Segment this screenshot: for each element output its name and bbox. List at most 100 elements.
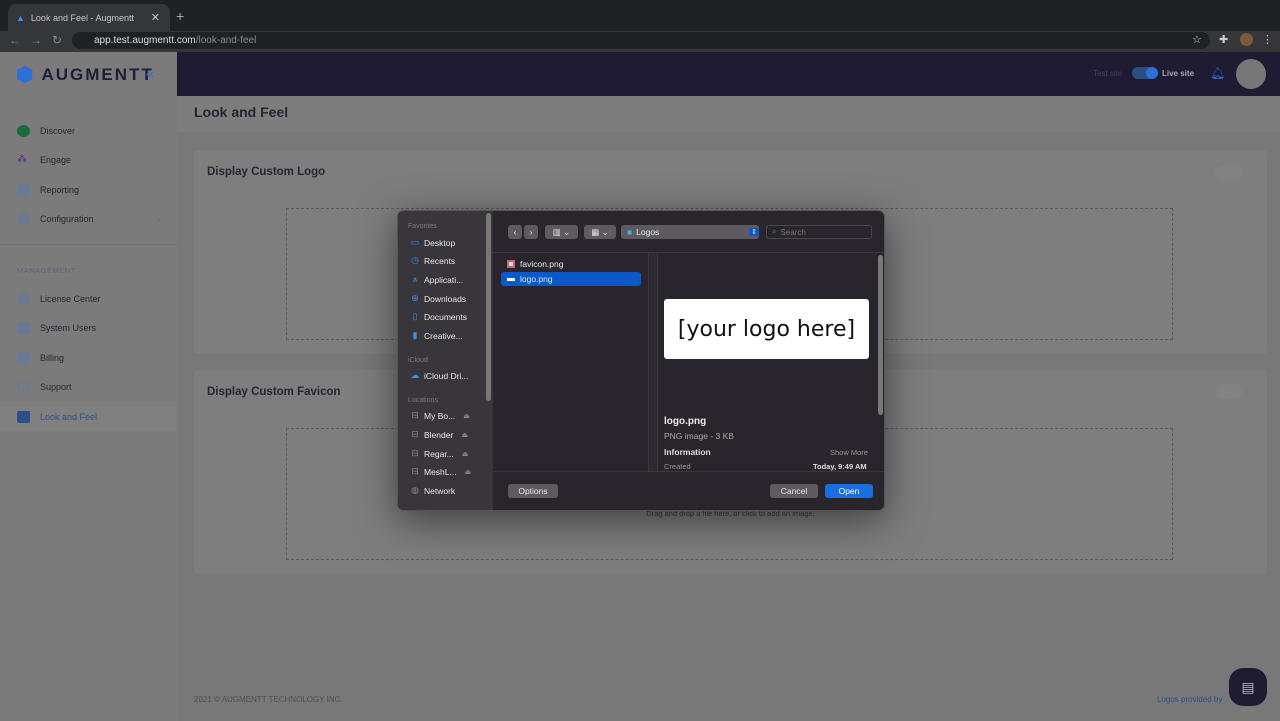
sidebar-item-label: Engage <box>40 154 72 165</box>
sidebar-location[interactable]: ⊟ MeshL... ⏏ <box>410 466 471 477</box>
sidebar-item-license-center[interactable]: License Center <box>0 284 177 313</box>
cancel-button[interactable]: Cancel <box>770 484 818 498</box>
sidebar-item-label: Configuration <box>40 213 94 224</box>
user-avatar[interactable] <box>1236 59 1266 89</box>
sidebar-location[interactable]: ⊟ Regar... ⏏ <box>410 448 468 459</box>
logos-credit-link[interactable]: Logos provided by <box>1157 695 1222 704</box>
custom-favicon-toggle[interactable] <box>1215 384 1243 398</box>
browser-tab[interactable]: ▲ Look and Feel - Augmentt ✕ <box>8 4 170 31</box>
address-bar[interactable]: app.test.augmentt.com/look-and-feel <box>72 32 1210 49</box>
preview-scrollbar[interactable] <box>878 255 883 415</box>
sidebar-location[interactable]: ⊟ My Bo... ⏏ <box>410 410 470 421</box>
new-tab-icon[interactable]: + <box>176 8 184 24</box>
sidebar-desktop[interactable]: ▭ Desktop <box>410 237 455 248</box>
item-label: iCloud Dri... <box>424 370 469 381</box>
drive-icon: ⊟ <box>411 466 419 476</box>
updown-icon: ⇕ <box>749 228 759 236</box>
gear-icon <box>17 212 30 225</box>
augmentt-logo: ⬢ AUGMENTT <box>16 62 154 87</box>
grid-icon: ▦ ⌄ <box>591 226 609 237</box>
file-open-dialog: Favorites ▭ Desktop ◷ Recents ⩚ Applicati..… <box>397 210 885 511</box>
preview-file-kind: PNG image - 3 KB <box>664 431 734 441</box>
document-icon: ▯ <box>412 311 418 321</box>
bell-icon[interactable]: 🔔︎ <box>1210 66 1225 80</box>
sidebar-item-label: Support <box>40 381 72 392</box>
reload-icon[interactable]: ↻ <box>52 33 62 47</box>
item-label: Recents <box>424 255 456 266</box>
item-label: Downloads <box>424 293 467 304</box>
chevron-right-icon: › <box>157 213 160 224</box>
grid-view-button[interactable]: ▦ ⌄ <box>584 225 616 239</box>
custom-logo-toggle[interactable] <box>1215 166 1243 180</box>
collapse-sidebar-icon[interactable]: « <box>146 65 154 81</box>
forward-icon[interactable]: → <box>30 33 42 47</box>
section-label: MANAGEMENT <box>17 266 76 275</box>
bookmark-star-icon[interactable]: ☆ <box>1192 33 1202 46</box>
item-label: Desktop <box>424 237 456 248</box>
sidebar-applications[interactable]: ⩚ Applicati... <box>410 274 463 285</box>
sidebar-location[interactable]: ⊟ Blender ⏏ <box>410 429 468 440</box>
back-button[interactable]: ‹ <box>508 225 522 239</box>
sidebar-downloads[interactable]: ⊕ Downloads <box>410 293 466 304</box>
options-button[interactable]: Options <box>508 484 558 498</box>
extensions-icon[interactable]: ✚ <box>1219 33 1228 46</box>
sidebar-item-discover[interactable]: Discover <box>0 116 177 145</box>
sidebar-recents[interactable]: ◷ Recents <box>410 255 455 266</box>
sidebar-item-support[interactable]: Support <box>0 372 177 401</box>
eject-icon[interactable]: ⏏ <box>465 468 472 476</box>
sidebar-icloud-drive[interactable]: ☁ iCloud Dri... <box>410 370 469 381</box>
open-button[interactable]: Open <box>825 484 873 498</box>
cloud-icon: ☁ <box>410 370 420 380</box>
sidebar-item-label: License Center <box>40 293 101 304</box>
logo-icon: ⬢ <box>16 64 36 86</box>
sidebar-item-look-and-feel[interactable]: Look and Feel <box>0 402 177 431</box>
sidebar-item-system-users[interactable]: System Users <box>0 313 177 342</box>
item-label: Documents <box>424 311 467 322</box>
column-view-button[interactable]: ▥ ⌄ <box>545 225 578 239</box>
sidebar-documents[interactable]: ▯ Documents <box>410 311 467 322</box>
sidebar-item-configuration[interactable]: Configuration › <box>0 204 177 233</box>
created-value: Today, 9:49 AM <box>813 462 867 471</box>
favorites-label: Favorites <box>408 223 437 230</box>
sidebar-scrollbar[interactable] <box>486 213 491 401</box>
brand-name: AUGMENTT <box>41 64 154 84</box>
close-tab-icon[interactable]: ✕ <box>151 11 160 24</box>
sidebar-creative[interactable]: ▮ Creative... <box>410 330 463 341</box>
sidebar-network[interactable]: ◍ Network <box>410 485 455 496</box>
search-placeholder: Search <box>780 227 806 237</box>
item-label: Network <box>424 485 456 496</box>
eject-icon[interactable]: ⏏ <box>462 450 469 458</box>
browser-menu-icon[interactable]: ⋮ <box>1262 33 1273 46</box>
users-icon <box>17 321 30 334</box>
drive-icon: ⊟ <box>411 448 419 458</box>
file-name: logo.png <box>520 274 553 284</box>
search-input[interactable]: ⌕ Search <box>766 225 872 239</box>
site-toggle[interactable] <box>1132 67 1158 79</box>
reporting-icon <box>17 183 30 196</box>
sidebar-item-reporting[interactable]: Reporting <box>0 175 177 204</box>
folder-select[interactable]: ■ Logos ⇕ <box>621 225 759 239</box>
sidebar-item-billing[interactable]: Billing <box>0 343 177 372</box>
search-icon: ⌕ <box>772 227 777 236</box>
url-path: /look-and-feel <box>195 35 257 46</box>
divider <box>0 244 177 245</box>
tab-title: Look and Feel - Augmentt <box>30 12 134 23</box>
eject-icon[interactable]: ⏏ <box>461 431 468 439</box>
column-resize-handle[interactable] <box>648 253 658 471</box>
file-item[interactable]: favicon.png <box>501 257 641 271</box>
locations-label: Locations <box>408 397 438 404</box>
back-icon[interactable]: ← <box>9 33 21 47</box>
file-preview: [your logo here] <box>664 299 869 359</box>
show-more-link[interactable]: Show More <box>830 448 868 457</box>
eject-icon[interactable]: ⏏ <box>463 412 470 420</box>
preview-text: [your logo here] <box>677 316 856 342</box>
file-item-selected[interactable]: logo.png <box>501 272 641 286</box>
chat-widget-button[interactable]: ▤ <box>1229 668 1267 706</box>
favicon-icon: ▲ <box>16 12 25 23</box>
profile-avatar[interactable] <box>1240 33 1253 46</box>
sidebar-item-engage[interactable]: ⁂ Engage <box>0 145 177 174</box>
file-icon: ▮ <box>412 330 418 340</box>
forward-button[interactable]: › <box>524 225 538 239</box>
item-label: Blender <box>424 429 454 440</box>
billing-icon <box>17 351 30 364</box>
